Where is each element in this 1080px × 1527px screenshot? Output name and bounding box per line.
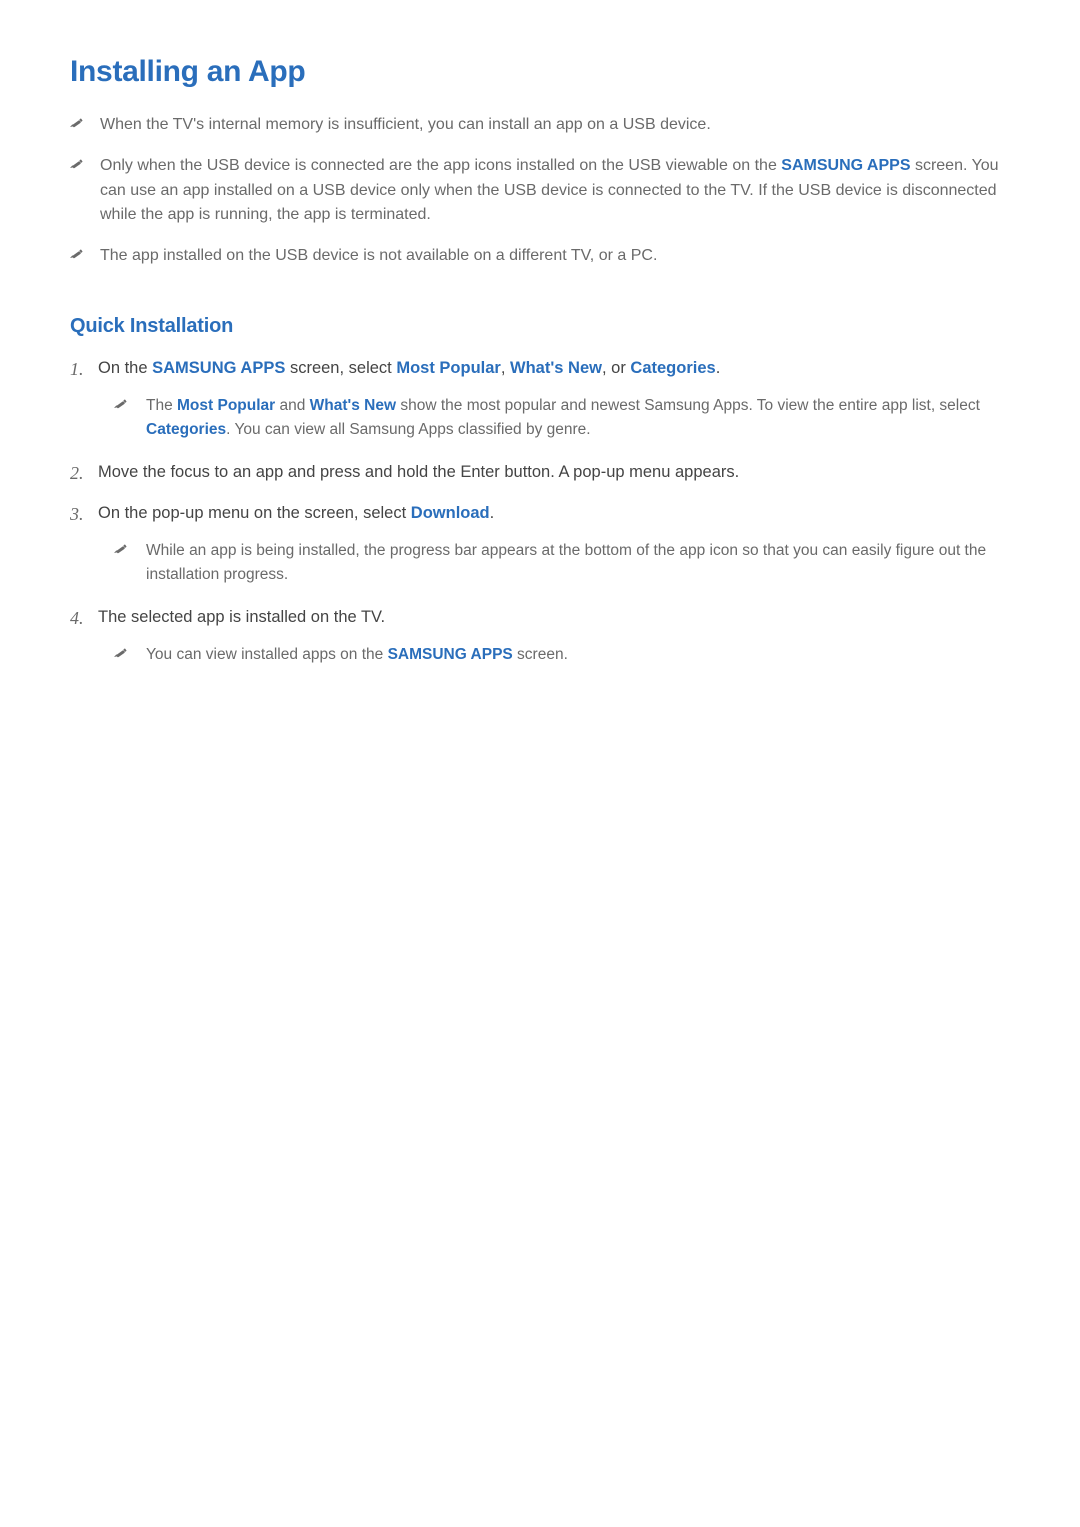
step-number: 2. bbox=[70, 460, 98, 488]
text-fragment: . bbox=[716, 359, 721, 377]
highlight-categories: Categories bbox=[630, 359, 715, 377]
text-fragment: The bbox=[146, 397, 177, 414]
text-fragment: . bbox=[490, 504, 495, 522]
note-item: The app installed on the USB device is n… bbox=[70, 244, 1010, 269]
section-subtitle: Quick Installation bbox=[70, 315, 1010, 338]
step-item: 4. The selected app is installed on the … bbox=[70, 605, 1010, 671]
text-fragment: screen, select bbox=[285, 359, 396, 377]
step-note: While an app is being installed, the pro… bbox=[98, 539, 1010, 587]
intro-notes: When the TV's internal memory is insuffi… bbox=[70, 113, 1010, 269]
step-text: On the pop-up menu on the screen, select… bbox=[98, 501, 1010, 527]
text-fragment: On the pop-up menu on the screen, select bbox=[98, 504, 411, 522]
text-fragment: . You can view all Samsung Apps classifi… bbox=[226, 421, 590, 438]
page-title: Installing an App bbox=[70, 55, 1010, 89]
text-fragment: Move the focus to an app and press and h… bbox=[98, 463, 739, 481]
pencil-icon bbox=[70, 247, 84, 261]
text-fragment: While an app is being installed, the pro… bbox=[146, 542, 986, 583]
note-text: You can view installed apps on the SAMSU… bbox=[146, 643, 568, 667]
step-text: The selected app is installed on the TV. bbox=[98, 605, 1010, 631]
highlight-samsung-apps: SAMSUNG APPS bbox=[388, 646, 513, 663]
text-fragment: Only when the USB device is connected ar… bbox=[100, 157, 781, 174]
highlight-samsung-apps: SAMSUNG APPS bbox=[152, 359, 285, 377]
highlight-samsung-apps: SAMSUNG APPS bbox=[781, 157, 910, 174]
step-body: The selected app is installed on the TV.… bbox=[98, 605, 1010, 671]
highlight-whats-new: What's New bbox=[510, 359, 602, 377]
highlight-whats-new: What's New bbox=[310, 397, 396, 414]
note-item: When the TV's internal memory is insuffi… bbox=[70, 113, 1010, 138]
note-text: Only when the USB device is connected ar… bbox=[100, 154, 1010, 228]
document-page: Installing an App When the TV's internal… bbox=[0, 0, 1080, 725]
text-fragment: The selected app is installed on the TV. bbox=[98, 608, 385, 626]
note-text: When the TV's internal memory is insuffi… bbox=[100, 113, 1010, 138]
note-text: The Most Popular and What's New show the… bbox=[146, 394, 1010, 442]
steps-list: 1. On the SAMSUNG APPS screen, select Mo… bbox=[70, 356, 1010, 671]
text-fragment: On the bbox=[98, 359, 152, 377]
highlight-most-popular: Most Popular bbox=[177, 397, 275, 414]
pencil-icon bbox=[114, 397, 128, 411]
note-item: Only when the USB device is connected ar… bbox=[70, 154, 1010, 228]
step-text: Move the focus to an app and press and h… bbox=[98, 460, 1010, 486]
note-text: While an app is being installed, the pro… bbox=[146, 539, 1010, 587]
pencil-icon bbox=[114, 646, 128, 660]
highlight-download: Download bbox=[411, 504, 490, 522]
step-text: On the SAMSUNG APPS screen, select Most … bbox=[98, 356, 1010, 382]
text-fragment: , bbox=[501, 359, 510, 377]
note-text: The app installed on the USB device is n… bbox=[100, 244, 1010, 269]
highlight-most-popular: Most Popular bbox=[396, 359, 501, 377]
text-fragment: , or bbox=[602, 359, 630, 377]
step-number: 3. bbox=[70, 501, 98, 529]
step-number: 4. bbox=[70, 605, 98, 633]
text-fragment: show the most popular and newest Samsung… bbox=[396, 397, 980, 414]
text-fragment: You can view installed apps on the bbox=[146, 646, 388, 663]
text-fragment: and bbox=[275, 397, 309, 414]
step-number: 1. bbox=[70, 356, 98, 384]
step-item: 2. Move the focus to an app and press an… bbox=[70, 460, 1010, 488]
pencil-icon bbox=[114, 542, 128, 556]
step-item: 3. On the pop-up menu on the screen, sel… bbox=[70, 501, 1010, 591]
text-fragment: The app installed on the USB device is n… bbox=[100, 247, 657, 264]
highlight-categories: Categories bbox=[146, 421, 226, 438]
step-item: 1. On the SAMSUNG APPS screen, select Mo… bbox=[70, 356, 1010, 446]
text-fragment: screen. bbox=[513, 646, 568, 663]
pencil-icon bbox=[70, 157, 84, 171]
step-body: On the pop-up menu on the screen, select… bbox=[98, 501, 1010, 591]
step-body: Move the focus to an app and press and h… bbox=[98, 460, 1010, 486]
pencil-icon bbox=[70, 116, 84, 130]
step-body: On the SAMSUNG APPS screen, select Most … bbox=[98, 356, 1010, 446]
step-note: You can view installed apps on the SAMSU… bbox=[98, 643, 1010, 667]
text-fragment: When the TV's internal memory is insuffi… bbox=[100, 116, 711, 133]
step-note: The Most Popular and What's New show the… bbox=[98, 394, 1010, 442]
